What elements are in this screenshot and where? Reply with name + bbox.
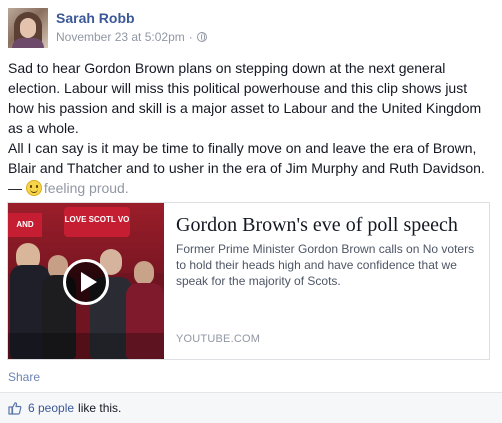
likes-suffix: like this. xyxy=(78,401,122,415)
likes-count-link[interactable]: 6 people xyxy=(28,401,74,415)
post-timestamp[interactable]: November 23 at 5:02pm xyxy=(56,30,185,44)
thumb-person xyxy=(134,261,154,285)
play-button[interactable] xyxy=(63,259,109,305)
avatar-shirt xyxy=(12,38,44,48)
thumb-sign-left: AND xyxy=(8,213,42,237)
globe-icon[interactable] xyxy=(196,32,207,42)
likes-bar: 6 people like this. xyxy=(0,393,502,423)
card-description: Former Prime Minister Gordon Brown calls… xyxy=(176,242,475,288)
card-title[interactable]: Gordon Brown's eve of poll speech xyxy=(176,213,477,237)
share-button[interactable]: Share xyxy=(8,370,40,384)
meta-separator: · xyxy=(188,30,193,44)
author-name[interactable]: Sarah Robb xyxy=(56,10,135,26)
card-source: YOUTUBE.COM xyxy=(176,333,261,345)
post-paragraph-2: All I can say is it may be time to final… xyxy=(8,138,496,198)
smiley-icon xyxy=(25,180,42,196)
thumb-floor xyxy=(8,333,164,359)
avatar-face xyxy=(20,18,36,38)
post-paragraph-1: Sad to hear Gordon Brown plans on steppi… xyxy=(8,60,482,136)
video-thumbnail[interactable]: AND LOVE SCOTL VO xyxy=(8,203,164,359)
card-text[interactable]: Gordon Brown's eve of poll speech Former… xyxy=(164,203,489,359)
thumbs-up-icon xyxy=(8,402,22,415)
post-body: Sad to hear Gordon Brown plans on steppi… xyxy=(8,58,496,198)
feeling-text[interactable]: feeling proud. xyxy=(44,180,129,196)
post-meta: November 23 at 5:02pm · xyxy=(56,30,207,44)
avatar[interactable] xyxy=(8,8,48,48)
thumb-sign-center: LOVE SCOTL VO xyxy=(64,207,130,237)
shared-link-card[interactable]: AND LOVE SCOTL VO Gordon Brown's eve of … xyxy=(7,202,490,360)
